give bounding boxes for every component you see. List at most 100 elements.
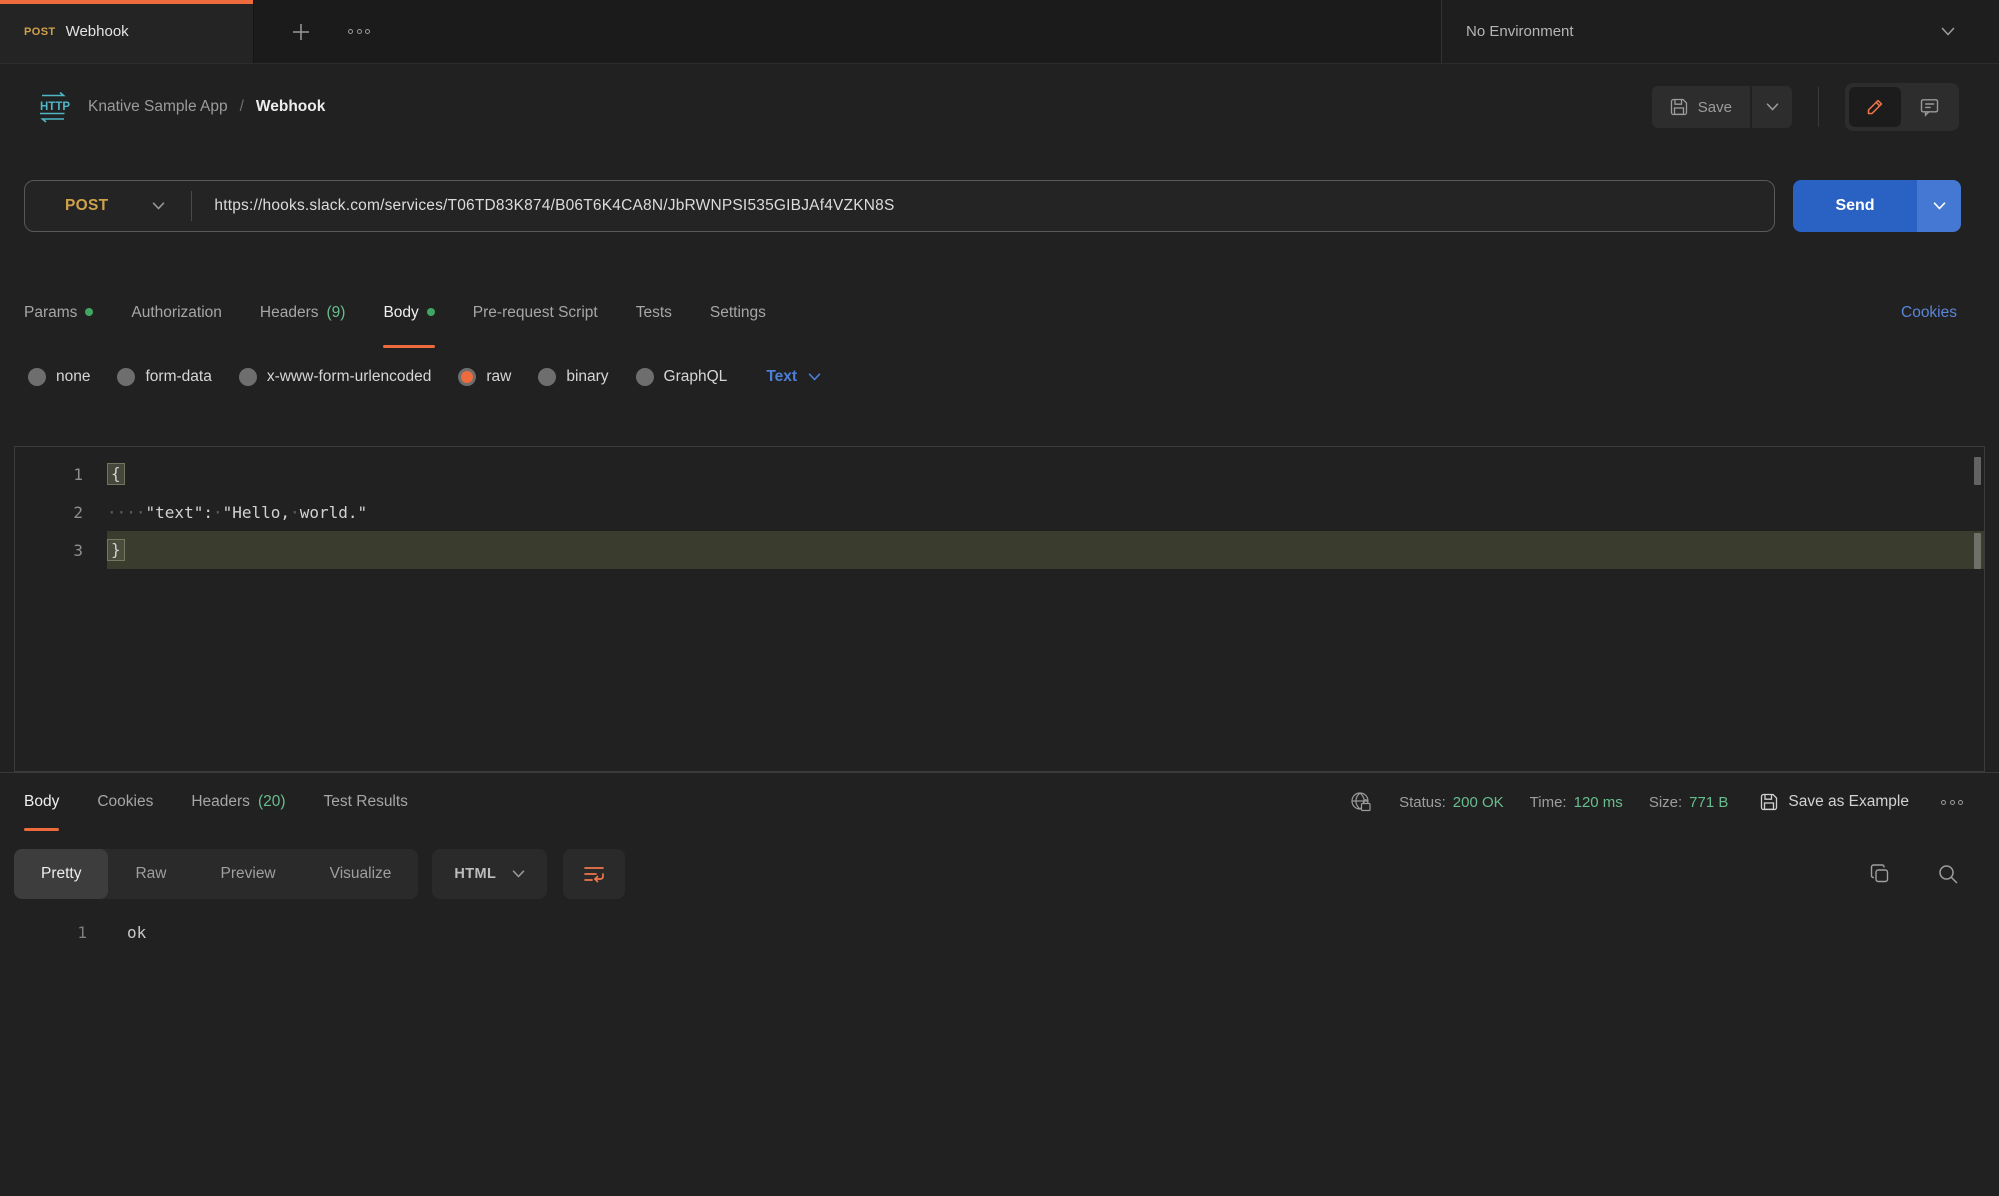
search-response-button[interactable] <box>1937 863 1959 885</box>
editor-line-3: 3 } <box>15 531 1984 569</box>
chevron-down-icon <box>1941 27 1955 36</box>
edit-request-button[interactable] <box>1849 87 1901 127</box>
response-body-viewer[interactable]: 1 ok <box>0 915 1999 949</box>
chevron-down-icon <box>152 202 165 210</box>
tab-params[interactable]: Params <box>24 278 93 348</box>
params-active-dot <box>85 308 93 316</box>
close-brace: } <box>107 539 125 561</box>
whitespace-dot: · <box>213 503 223 522</box>
response-view-switcher: Pretty Raw Preview Visualize <box>14 849 418 899</box>
view-pretty[interactable]: Pretty <box>14 849 108 899</box>
body-mode-binary[interactable]: binary <box>538 368 608 386</box>
view-visualize[interactable]: Visualize <box>303 849 419 899</box>
breadcrumb-request-name[interactable]: Webhook <box>256 98 325 116</box>
tab-authorization-label: Authorization <box>131 304 221 322</box>
body-mode-raw[interactable]: raw <box>458 368 511 386</box>
save-as-example-button[interactable]: Save as Example <box>1754 792 1915 812</box>
url-input[interactable]: https://hooks.slack.com/services/T06TD83… <box>214 197 894 215</box>
status-indicator[interactable]: Status: 200 OK <box>1399 794 1504 811</box>
tab-bar: POST Webhook No Environment <box>0 0 1999 64</box>
new-tab-button[interactable] <box>290 21 312 43</box>
save-icon <box>1670 98 1688 116</box>
body-mode-urlencoded-label: x-www-form-urlencoded <box>267 368 432 386</box>
size-indicator[interactable]: Size: 771 B <box>1649 794 1729 811</box>
raw-language-label: Text <box>766 368 797 386</box>
time-indicator[interactable]: Time: 120 ms <box>1530 794 1623 811</box>
tab-settings[interactable]: Settings <box>710 278 766 348</box>
response-format-selector[interactable]: HTML <box>432 849 547 899</box>
tab-tests[interactable]: Tests <box>636 278 672 348</box>
editor-scrollbar-mark[interactable] <box>1974 533 1981 569</box>
editor-scrollbar-mark[interactable] <box>1974 457 1981 485</box>
save-options-button[interactable] <box>1752 86 1792 128</box>
tab-authorization[interactable]: Authorization <box>131 278 221 348</box>
view-raw[interactable]: Raw <box>108 849 193 899</box>
send-button[interactable]: Send <box>1793 180 1917 232</box>
wrap-lines-button[interactable] <box>563 849 625 899</box>
request-header-row: HTTP Knative Sample App / Webhook Save <box>0 64 1999 150</box>
breadcrumb-collection[interactable]: Knative Sample App <box>88 98 228 116</box>
body-mode-binary-label: binary <box>566 368 608 386</box>
response-tab-test-results-label: Test Results <box>324 793 408 811</box>
body-mode-form-data-label: form-data <box>145 368 211 386</box>
request-tabs: Params Authorization Headers (9) Body Pr… <box>0 278 1999 348</box>
response-tools <box>1869 863 1963 885</box>
network-globe-icon <box>1349 790 1373 814</box>
response-tabs-row: Body Cookies Headers (20) Test Results <box>0 773 1999 831</box>
response-options-button[interactable] <box>1941 800 1963 805</box>
environment-selector[interactable]: No Environment <box>1441 0 1999 63</box>
method-selector[interactable]: POST <box>25 181 191 231</box>
tab-title: Webhook <box>66 23 129 40</box>
line-number: 1 <box>15 465 107 484</box>
request-body-editor[interactable]: 1 { 2 ····"text":·"Hello,·world." 3 } <box>14 446 1985 772</box>
pane-view-switcher <box>1845 83 1959 131</box>
copy-response-button[interactable] <box>1869 863 1891 885</box>
breadcrumb-separator: / <box>240 98 244 116</box>
cookies-link[interactable]: Cookies <box>1901 304 1957 322</box>
tab-pre-request-script[interactable]: Pre-request Script <box>473 278 598 348</box>
line-number: 2 <box>15 503 107 522</box>
body-mode-urlencoded[interactable]: x-www-form-urlencoded <box>239 368 432 386</box>
more-options-icon <box>1941 800 1963 805</box>
whitespace-dots: ···· <box>107 503 146 522</box>
response-tab-cookies[interactable]: Cookies <box>97 773 153 831</box>
response-meta: Status: 200 OK Time: 120 ms Size: 771 B <box>1349 790 1963 814</box>
body-mode-form-data[interactable]: form-data <box>117 368 211 386</box>
body-mode-none-label: none <box>56 368 90 386</box>
raw-language-selector[interactable]: Text <box>766 368 821 386</box>
status-label: Status: <box>1399 794 1446 811</box>
response-text: ok <box>127 923 146 942</box>
save-button[interactable]: Save <box>1652 86 1750 128</box>
json-value-part: world." <box>300 503 367 522</box>
tab-method-label: POST <box>24 26 56 38</box>
chevron-down-icon <box>808 373 821 381</box>
comments-button[interactable] <box>1903 87 1955 127</box>
tab-headers[interactable]: Headers (9) <box>260 278 346 348</box>
response-tab-cookies-label: Cookies <box>97 793 153 811</box>
response-tab-body-label: Body <box>24 793 59 811</box>
response-line-1: 1 ok <box>0 915 1999 949</box>
radio-selected-icon <box>458 368 476 386</box>
response-tab-body[interactable]: Body <box>24 773 59 831</box>
chevron-down-icon <box>1766 103 1779 111</box>
send-options-button[interactable] <box>1917 180 1961 232</box>
http-icon: HTTP <box>36 91 70 123</box>
body-mode-none[interactable]: none <box>28 368 90 386</box>
search-icon <box>1937 863 1959 885</box>
tab-options-button[interactable] <box>348 29 370 34</box>
tab-body[interactable]: Body <box>383 278 434 348</box>
current-line-highlight: } <box>107 531 1984 569</box>
request-tab[interactable]: POST Webhook <box>0 0 254 63</box>
response-tab-test-results[interactable]: Test Results <box>324 773 408 831</box>
open-brace: { <box>107 463 125 485</box>
body-mode-graphql[interactable]: GraphQL <box>636 368 728 386</box>
chevron-down-icon <box>512 870 525 878</box>
status-value: 200 OK <box>1453 794 1504 811</box>
tab-pre-request-label: Pre-request Script <box>473 304 598 322</box>
tab-params-label: Params <box>24 304 77 322</box>
copy-icon <box>1869 863 1891 885</box>
body-mode-graphql-label: GraphQL <box>664 368 728 386</box>
response-tab-headers[interactable]: Headers (20) <box>191 773 285 831</box>
view-preview[interactable]: Preview <box>194 849 303 899</box>
more-options-icon <box>348 29 370 34</box>
